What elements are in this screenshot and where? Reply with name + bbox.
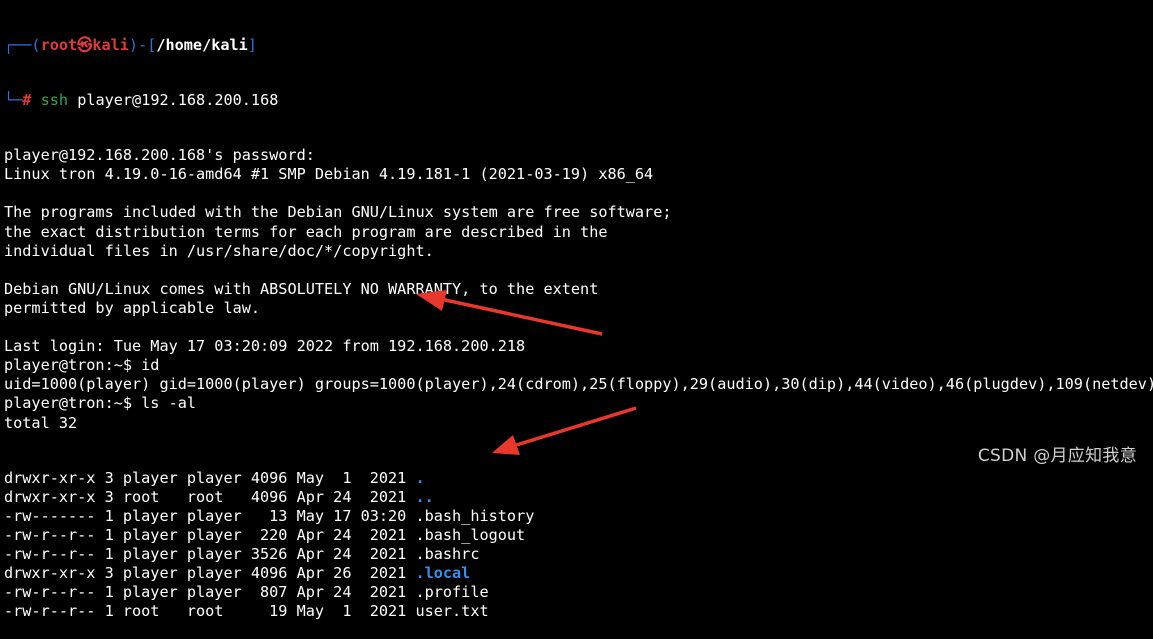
output-line: Last login: Tue May 17 03:20:09 2022 fro… [4,337,526,356]
listing-filename: user.txt [415,602,489,621]
output-line: the exact distribution terms for each pr… [4,222,608,241]
listing-meta: drwxr-xr-x 3 player player 4096 Apr 26 2… [4,564,416,583]
listing-filename: .local [415,564,471,583]
prompt-user: root [40,36,78,54]
prompt-command: ssh [40,91,69,110]
output-line: permitted by applicable law. [4,298,261,317]
listing-meta: drwxr-xr-x 3 root root 4096 Apr 24 2021 [4,487,416,506]
listing-meta: -rw------- 1 player player 13 May 17 03:… [4,506,416,525]
listing-filename: .profile [415,583,489,602]
prompt-close: ] [247,36,257,54]
listing-row: drwxr-xr-x 3 player player 4096 May 1 20… [4,469,1153,488]
output-line: uid=1000(player) gid=1000(player) groups… [4,375,1153,394]
output-line: player@tron:~$ id [4,356,160,375]
output-lines: player@192.168.200.168's password: Linux … [4,146,1153,432]
output-line: The programs included with the Debian GN… [4,203,672,222]
listing-row: -rw-r--r-- 1 player player 807 Apr 24 20… [4,583,1153,602]
listing-row: -rw------- 1 player player 13 May 17 03:… [4,507,1153,526]
listing-row: -rw-r--r-- 1 player player 220 Apr 24 20… [4,526,1153,545]
listing-filename: .. [415,487,434,506]
output-line: player@192.168.200.168's password: [4,146,315,165]
listing-meta: -rw-r--r-- 1 player player 3526 Apr 24 2… [4,544,416,563]
prompt-line-2: └─# ssh player@192.168.200.168 [4,91,1153,110]
prompt-hash: # [22,91,32,110]
output-line: Debian GNU/Linux comes with ABSOLUTELY N… [4,279,599,298]
prompt-path: /home/kali [156,36,248,54]
listing-row: -rw-r--r-- 1 player player 3526 Apr 24 2… [4,545,1153,564]
prompt-args: player@192.168.200.168 [68,91,279,110]
output-line: individual files in /usr/share/doc/*/cop… [4,241,434,260]
listing-filename: .bash_history [415,506,535,525]
prompt-host: kali [92,36,129,54]
listing-meta: drwxr-xr-x 3 player player 4096 May 1 20… [4,468,416,487]
csdn-watermark: CSDN @月应知我意 [977,446,1137,466]
terminal-output[interactable]: ┌──(root㉿kali)-[/home/kali] └─# ssh play… [4,0,1153,620]
listing-row: -rw-r--r-- 1 root root 19 May 1 2021 use… [4,602,1153,621]
listing-filename: .bash_logout [415,525,526,544]
output-line: player@tron:~$ ls -al [4,394,197,413]
listing-row: drwxr-xr-x 3 player player 4096 Apr 26 2… [4,564,1153,583]
listing-meta: -rw-r--r-- 1 player player 220 Apr 24 20… [4,525,416,544]
prompt-frame-bottom: └─ [4,91,23,110]
listing-meta: -rw-r--r-- 1 root root 19 May 1 2021 [4,602,416,621]
listing-filename: .bashrc [415,544,480,563]
prompt-separator: )-[ [128,36,157,54]
skull-icon: ㉿ [77,36,93,54]
listing-row: drwxr-xr-x 3 root root 4096 Apr 24 2021 … [4,488,1153,507]
listing-meta: -rw-r--r-- 1 player player 807 Apr 24 20… [4,583,416,602]
prompt-line-1: ┌──(root㉿kali)-[/home/kali] [4,36,1153,55]
listing-filename: . [415,468,425,487]
output-line: total 32 [4,413,78,432]
prompt-frame-top: ┌──( [4,36,41,54]
directory-listing: drwxr-xr-x 3 player player 4096 May 1 20… [4,469,1153,622]
output-line: Linux tron 4.19.0-16-amd64 #1 SMP Debian… [4,165,654,184]
